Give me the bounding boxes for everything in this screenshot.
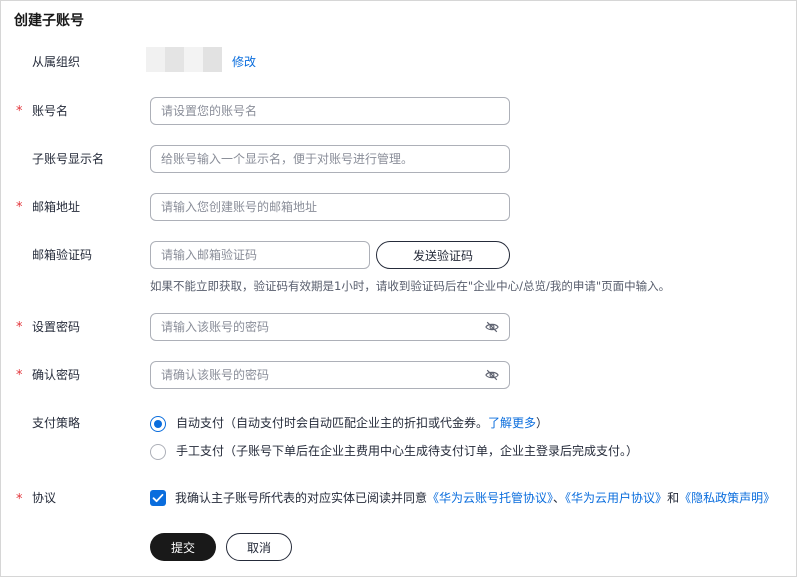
send-code-button[interactable]: 发送验证码 xyxy=(376,241,510,269)
account-name-input[interactable] xyxy=(150,97,510,125)
cancel-button[interactable]: 取消 xyxy=(226,533,292,561)
learn-more-link[interactable]: 了解更多 xyxy=(488,416,536,430)
manual-payment-desc: （子账号下单后在企业主费用中心生成待支付订单，企业主登录后完成支付。） xyxy=(224,444,639,458)
page-title: 创建子账号 xyxy=(14,13,84,29)
agreement-label: 协议 xyxy=(32,491,57,505)
account-name-label: 账号名 xyxy=(32,104,69,118)
user-agreement-link[interactable]: 《华为云用户协议》 xyxy=(565,491,667,505)
payment-label: 支付策略 xyxy=(32,416,81,430)
organization-edit-link[interactable]: 修改 xyxy=(232,54,256,70)
agreement-text: 我确认主子账号所代表的对应实体已阅读并同意《华为云账号托管协议》、《华为云用户协… xyxy=(175,490,775,506)
manual-payment-option: 手工支付（子账号下单后在企业主费用中心生成待支付订单，企业主登录后完成支付。） xyxy=(176,443,638,459)
agreement-statement: 我确认主子账号所代表的对应实体已阅读并同意 xyxy=(175,491,428,505)
password-label: 设置密码 xyxy=(32,320,81,334)
required-mark: * xyxy=(16,104,23,119)
radio-auto-payment[interactable] xyxy=(150,416,166,432)
manual-payment-title: 手工支付 xyxy=(176,444,225,458)
required-mark: * xyxy=(16,492,23,507)
display-name-label: 子账号显示名 xyxy=(32,152,105,166)
required-mark: * xyxy=(16,320,23,335)
agreement-separator: 、 xyxy=(553,491,566,505)
agreement-separator: 和 xyxy=(667,491,680,505)
auto-payment-desc: （自动支付时会自动匹配企业主的折扣或代金券。 xyxy=(224,416,489,430)
radio-manual-payment[interactable] xyxy=(150,444,166,460)
confirm-password-input[interactable] xyxy=(150,361,510,389)
required-mark: * xyxy=(16,368,23,383)
agreement-checkbox[interactable] xyxy=(150,490,166,506)
auto-payment-title: 自动支付 xyxy=(176,416,225,430)
auto-payment-suffix: ） xyxy=(536,416,549,430)
confirm-password-label: 确认密码 xyxy=(32,368,81,382)
eye-slash-icon[interactable] xyxy=(485,320,499,334)
checkmark-icon xyxy=(152,493,164,503)
privacy-policy-link[interactable]: 《隐私政策声明》 xyxy=(679,491,775,505)
organization-name-blurred xyxy=(146,47,222,72)
email-code-input[interactable] xyxy=(150,241,370,269)
account-custody-agreement-link[interactable]: 《华为云账号托管协议》 xyxy=(427,491,553,505)
email-input[interactable] xyxy=(150,193,510,221)
display-name-input[interactable] xyxy=(150,145,510,173)
password-input[interactable] xyxy=(150,313,510,341)
eye-slash-icon[interactable] xyxy=(485,368,499,382)
email-code-hint: 如果不能立即获取，验证码有效期是1小时，请收到验证码后在"企业中心/总览/我的申… xyxy=(150,279,671,293)
required-mark: * xyxy=(16,200,23,215)
auto-payment-option: 自动支付（自动支付时会自动匹配企业主的折扣或代金券。了解更多） xyxy=(176,415,548,431)
submit-button[interactable]: 提交 xyxy=(150,533,216,561)
email-code-label: 邮箱验证码 xyxy=(32,248,93,262)
organization-label: 从属组织 xyxy=(32,55,81,69)
email-label: 邮箱地址 xyxy=(32,200,81,214)
